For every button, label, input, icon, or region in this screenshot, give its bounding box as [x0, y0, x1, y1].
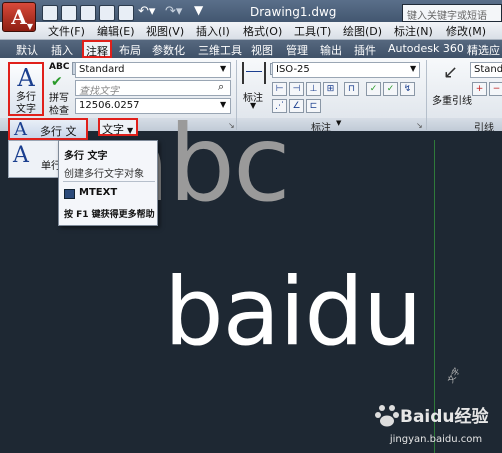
linear-dimension-icon[interactable] [242, 62, 266, 84]
tooltip-divider [63, 181, 155, 182]
watermark-url: jingyan.baidu.com [389, 434, 483, 445]
single-line-text-item[interactable]: A 单行 [8, 140, 62, 178]
chevron-down-icon[interactable]: ▼ [220, 64, 226, 73]
application-menu-button[interactable]: A ▼ [2, 2, 36, 32]
dim-break-icon[interactable]: ⊞ [323, 82, 338, 96]
menu-insert[interactable]: 插入(I) [196, 23, 230, 39]
dim-text-angle-icon[interactable]: ∠ [289, 99, 304, 113]
leader-style-select[interactable]: Standa [470, 62, 502, 78]
dim-update-icon[interactable]: ✓ [383, 82, 398, 96]
tab-parametric[interactable]: 参数化 [152, 42, 185, 58]
dim-jog-icon[interactable]: ↯ [400, 82, 415, 96]
dim-baseline-icon[interactable]: ⊣ [289, 82, 304, 96]
save-icon[interactable] [80, 5, 96, 21]
drawing-text-baidu[interactable]: baidu [164, 266, 423, 360]
tab-plugins[interactable]: 插件 [354, 42, 376, 58]
tab-insert[interactable]: 插入 [51, 42, 73, 58]
check-label[interactable]: 检查 [49, 102, 69, 117]
redo-icon[interactable]: ↷▾ [165, 4, 182, 19]
chevron-down-icon[interactable]: ▼ [410, 64, 416, 73]
document-title: Drawing1.dwg [250, 5, 337, 19]
menu-modify[interactable]: 修改(M) [446, 23, 486, 39]
dim-continue-icon[interactable]: ⊢ [272, 82, 287, 96]
mtext-tooltip: 多行 文字 创建多行文字对象 MTEXT 按 F1 键获得更多帮助 [58, 140, 158, 226]
tab-layout[interactable]: 布局 [119, 42, 141, 58]
multileader-button-label[interactable]: 多重引线 [432, 92, 472, 107]
chevron-down-icon: ▼ [127, 126, 134, 135]
tooltip-help: 按 F1 键获得更多帮助 [64, 210, 155, 220]
tab-3d-tools[interactable]: 三维工具 [198, 42, 242, 58]
dim-space-icon[interactable]: ⊥ [306, 82, 321, 96]
menu-view[interactable]: 视图(V) [146, 23, 184, 39]
menu-dimension[interactable]: 标注(N) [394, 23, 433, 39]
single-line-text-icon: A [13, 143, 29, 168]
dimension-style-select[interactable]: ISO-25 [272, 62, 420, 78]
paw-logo-icon [375, 405, 399, 427]
mtext-button[interactable]: A 多行 文字 [8, 62, 44, 116]
dialog-launcher-icon[interactable]: ↘ [416, 121, 423, 130]
spellcheck-check-icon: ✔ [51, 74, 63, 90]
dim-inspect-icon[interactable]: ✓ [366, 82, 381, 96]
text-style-select[interactable]: Standard [75, 62, 231, 78]
menu-edit[interactable]: 编辑(E) [97, 23, 135, 39]
app-logo-icon: A [11, 5, 27, 29]
add-leader-icon[interactable]: + [472, 82, 487, 96]
tab-output[interactable]: 输出 [320, 42, 342, 58]
tooltip-command: MTEXT [79, 187, 118, 198]
mtext-dropdown-item[interactable]: A 多行 文字 [8, 118, 88, 154]
tab-annotate[interactable]: 注释 [82, 40, 112, 58]
multileader-icon[interactable]: ↙ [443, 62, 458, 83]
mtext-icon: A [14, 119, 27, 140]
baidu-watermark: Baidu经验 jingyan.baidu.com [370, 398, 502, 452]
tab-autodesk-360[interactable]: Autodesk 360 [388, 42, 464, 55]
abc-label: ABC [49, 62, 70, 72]
print-icon[interactable] [118, 5, 134, 21]
find-icon[interactable]: ⌕ [218, 80, 224, 94]
mtext-button-label: 多行 文字 [16, 92, 36, 115]
dim-adjust-icon[interactable]: ⊓ [344, 82, 359, 96]
text-panel-label: 文字 [102, 123, 124, 136]
menu-format[interactable]: 格式(O) [243, 23, 282, 39]
save-as-icon[interactable] [99, 5, 115, 21]
mtext-icon: A [17, 64, 35, 92]
qat-customize-icon[interactable]: ▼ [194, 3, 203, 17]
text-panel-dropdown[interactable]: 文字 ▼ [98, 118, 138, 136]
tab-default[interactable]: 默认 [16, 42, 38, 58]
menu-draw[interactable]: 绘图(D) [343, 23, 382, 39]
tooltip-title: 多行 文字 [64, 151, 108, 162]
panel-separator [426, 60, 427, 130]
chevron-down-icon[interactable]: ▼ [336, 119, 341, 127]
watermark-brand: Baidu经验 [400, 407, 489, 427]
menu-tools[interactable]: 工具(T) [294, 23, 331, 39]
open-folder-icon[interactable] [61, 5, 77, 21]
new-file-icon[interactable] [42, 5, 58, 21]
search-input[interactable]: 键入关键字或短语 [402, 4, 502, 22]
remove-leader-icon[interactable]: − [489, 82, 502, 96]
tab-manage[interactable]: 管理 [286, 42, 308, 58]
tooltip-description: 创建多行文字对象 [64, 169, 144, 180]
tab-view[interactable]: 视图 [251, 42, 273, 58]
chevron-down-icon: ▼ [26, 21, 33, 31]
menu-file[interactable]: 文件(F) [48, 23, 85, 39]
find-text-input[interactable]: 查找文字 [75, 80, 231, 97]
dim-text-left-icon[interactable]: ⊏ [306, 99, 321, 113]
undo-icon[interactable]: ↶▾ [138, 4, 155, 19]
command-icon [64, 189, 75, 199]
